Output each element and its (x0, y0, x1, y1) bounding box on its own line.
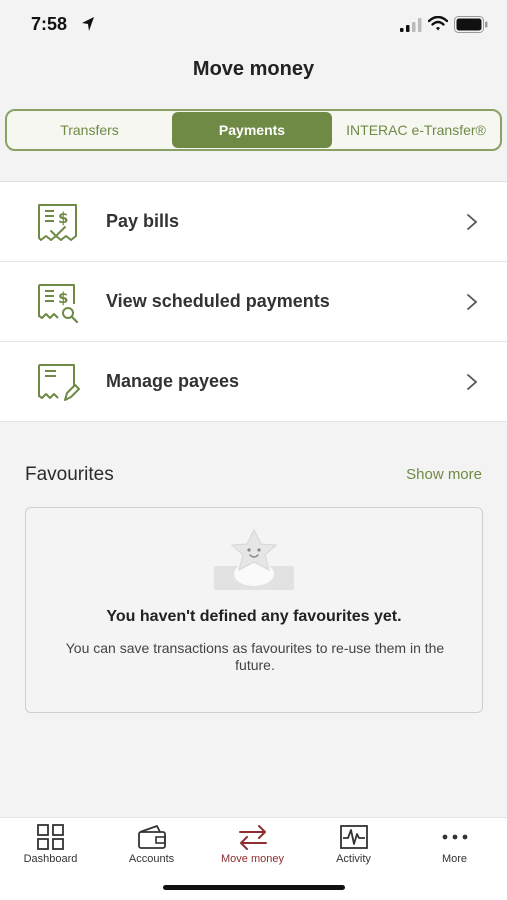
wallet-icon (138, 825, 166, 849)
menu-item-pay-bills[interactable]: $ Pay bills (0, 182, 507, 262)
menu-item-manage-payees[interactable]: Manage payees (0, 342, 507, 422)
tabbar-label-move-money: Move money (221, 853, 284, 865)
wifi-icon (428, 16, 448, 31)
location-arrow-icon (82, 17, 94, 31)
tabbar-label-dashboard: Dashboard (23, 853, 78, 865)
tabbar-item-more[interactable]: More (404, 818, 505, 878)
more-dots-icon (442, 834, 468, 840)
tabbar-item-move-money[interactable]: Move money (202, 818, 303, 878)
menu-label-pay-bills: Pay bills (106, 211, 180, 231)
tab-payments[interactable]: Payments (172, 112, 332, 148)
status-bar: 7:58 (0, 0, 507, 50)
tabbar-label-activity: Activity (336, 853, 371, 865)
favourites-empty-card: You haven't defined any favourites yet. … (25, 507, 483, 713)
activity-icon (340, 825, 368, 849)
chevron-right-icon (467, 293, 478, 310)
battery-icon (454, 16, 488, 33)
menu-label-manage-payees: Manage payees (106, 371, 240, 391)
tabbar-label-more: More (441, 853, 468, 865)
tabbar-label-accounts: Accounts (128, 853, 175, 865)
star-illustration-icon (214, 528, 294, 590)
cellular-signal-icon (400, 18, 422, 32)
transfer-arrows-icon (239, 825, 267, 850)
svg-text:$: $ (58, 209, 68, 227)
manage-payees-icon (38, 364, 80, 401)
dashboard-icon (37, 824, 64, 850)
bill-pay-icon: $ (38, 204, 77, 241)
tabbar-item-dashboard[interactable]: Dashboard (0, 818, 101, 878)
scheduled-payments-icon: $ (38, 284, 79, 324)
favourites-heading: Favourites (25, 464, 114, 485)
menu-item-view-scheduled-payments[interactable]: $ View scheduled payments (0, 262, 507, 342)
status-time: 7:58 (31, 14, 68, 34)
tabbar-item-accounts[interactable]: Accounts (101, 818, 202, 878)
payments-menu: $ Pay bills $ View scheduled payments Ma… (0, 181, 507, 422)
empty-favourites-text: You can save transactions as favourites … (65, 640, 445, 673)
empty-favourites-title: You haven't defined any favourites yet. (106, 608, 402, 625)
move-money-segmented-control: Transfers Payments INTERAC e-Transfer® (5, 109, 502, 151)
tabbar-item-activity[interactable]: Activity (303, 818, 404, 878)
tab-interac-e-transfer[interactable]: INTERAC e-Transfer® (332, 111, 500, 149)
home-indicator (163, 885, 345, 890)
svg-text:$: $ (58, 289, 68, 307)
show-more-link[interactable]: Show more (406, 466, 482, 483)
chevron-right-icon (467, 373, 478, 390)
page-title: Move money (192, 58, 315, 80)
chevron-right-icon (467, 213, 478, 230)
menu-label-view-scheduled-payments: View scheduled payments (106, 291, 330, 311)
tab-transfers[interactable]: Transfers (7, 111, 172, 149)
